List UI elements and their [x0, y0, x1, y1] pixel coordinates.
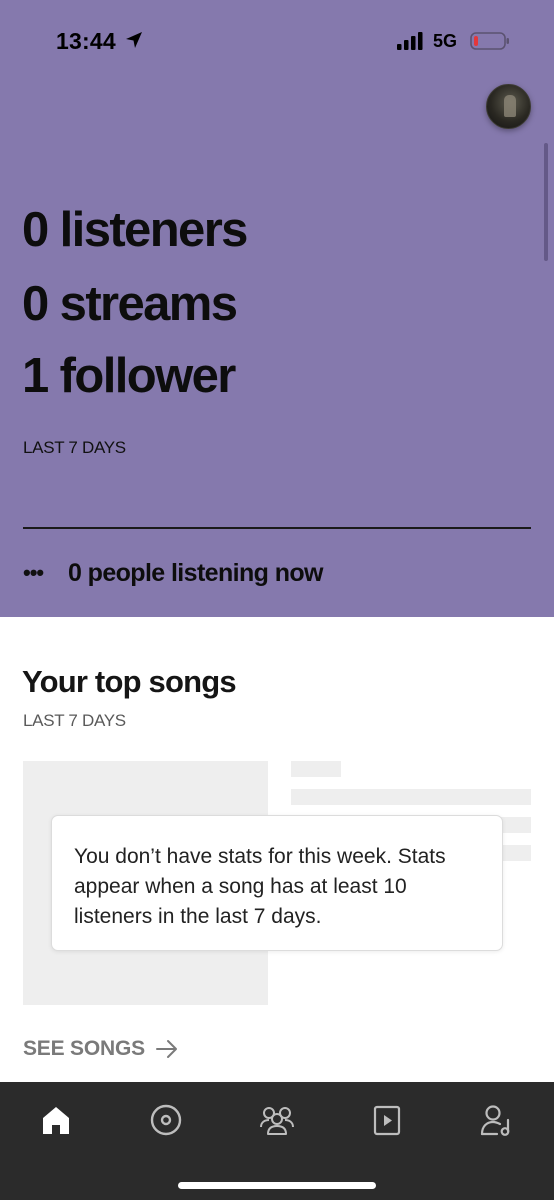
- streams-stat: 0 streams: [22, 277, 238, 331]
- top-songs-title: Your top songs: [22, 664, 237, 699]
- artist-profile-icon: [480, 1105, 510, 1136]
- avatar-photo: [504, 95, 516, 117]
- placeholder-line: [291, 789, 531, 805]
- listeners-stat: 0 listeners: [22, 203, 248, 257]
- stats-hero: 13:44 5G 0 listeners 0 streams 1 followe…: [0, 0, 554, 617]
- live-dots-icon: •••: [23, 560, 44, 585]
- status-time: 13:44: [56, 28, 116, 54]
- tab-audience[interactable]: [257, 1100, 297, 1140]
- arrow-right-icon: [155, 1040, 177, 1058]
- placeholder-line: [291, 761, 341, 777]
- home-indicator: [178, 1182, 376, 1189]
- profile-avatar[interactable]: [486, 84, 531, 129]
- battery-icon: [470, 32, 509, 50]
- campaign-play-icon: [373, 1105, 401, 1136]
- network-type: 5G: [433, 31, 458, 51]
- tab-profile[interactable]: [477, 1100, 517, 1140]
- top-songs-period-label: LAST 7 DAYS: [23, 711, 126, 730]
- see-songs-label: SEE SONGS: [23, 1037, 145, 1060]
- tab-music[interactable]: [146, 1100, 186, 1140]
- divider: [23, 527, 531, 529]
- stats-period-label: LAST 7 DAYS: [23, 438, 126, 457]
- home-icon: [43, 1107, 69, 1134]
- scroll-indicator: [544, 143, 548, 261]
- cellular-signal-icon: [397, 32, 423, 50]
- audience-icon: [260, 1107, 294, 1135]
- see-songs-link[interactable]: SEE SONGS: [23, 1037, 179, 1061]
- bottom-tab-bar: [0, 1082, 554, 1200]
- status-bar: 13:44 5G: [0, 0, 554, 84]
- listening-now-label: 0 people listening now: [68, 559, 323, 587]
- tab-home[interactable]: [36, 1100, 76, 1140]
- empty-stats-card: You don’t have stats for this week. Stat…: [51, 815, 503, 951]
- location-arrow-icon: [126, 32, 142, 48]
- tab-campaigns[interactable]: [367, 1100, 407, 1140]
- music-disc-icon: [150, 1104, 182, 1136]
- followers-stat: 1 follower: [22, 349, 236, 403]
- empty-stats-message: You don’t have stats for this week. Stat…: [74, 845, 446, 928]
